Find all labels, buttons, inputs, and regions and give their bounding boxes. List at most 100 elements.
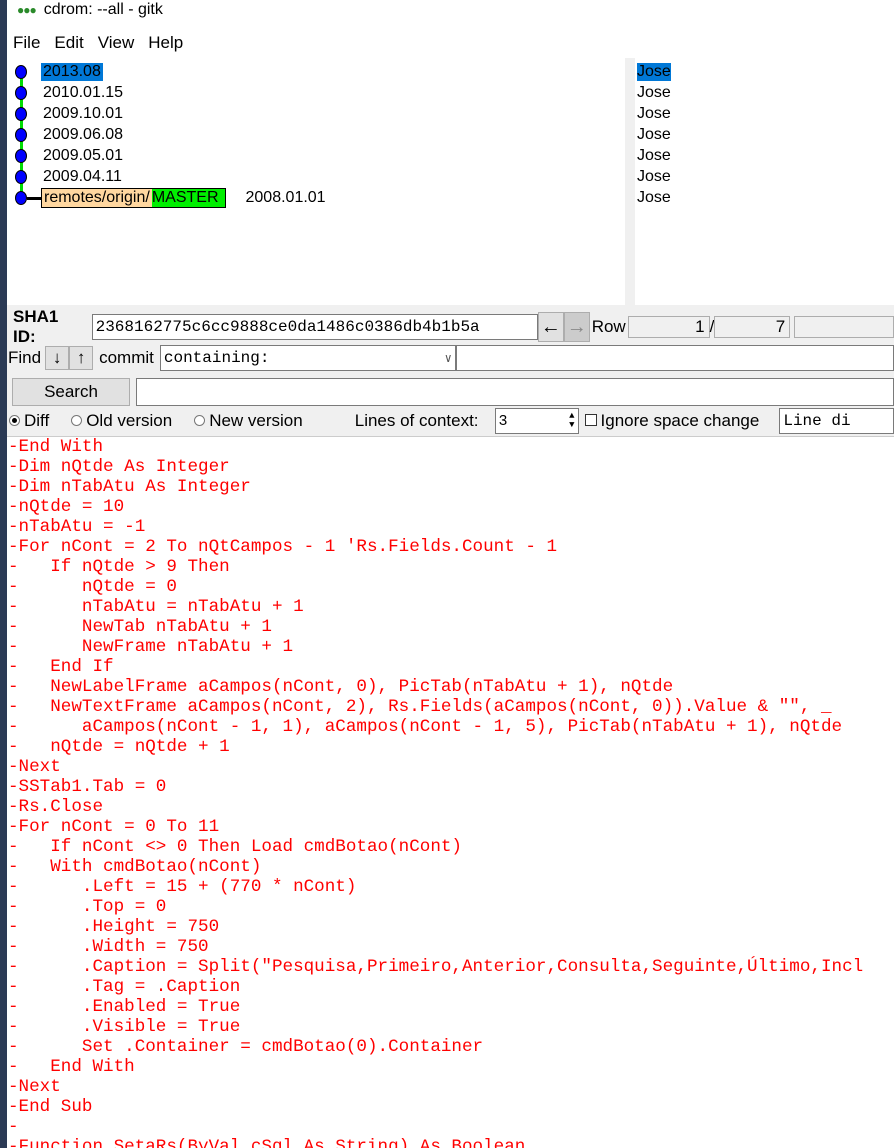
commit-subject: 2008.01.01 [245, 188, 326, 206]
diff-line-removed: - .Width = 750 [8, 937, 209, 957]
commit-row[interactable]: 2009.05.01 [41, 145, 125, 166]
commit-row[interactable]: 2010.01.15 [41, 82, 125, 103]
diff-line-removed: - NewTextFrame aCampos(nCont, 2), Rs.Fie… [8, 697, 832, 717]
commit-node[interactable] [15, 191, 27, 205]
commit-subject: 2009.05.01 [43, 146, 124, 164]
diff-line-removed: - .Top = 0 [8, 897, 167, 917]
diff-line-removed: - With cmdBotao(nCont) [8, 857, 262, 877]
diff-line-removed: - NewTab nTabAtu + 1 [8, 617, 272, 637]
find-mode-select[interactable]: containing: ∨ [159, 345, 456, 371]
commit-row[interactable]: 2009.10.01 [41, 103, 125, 124]
commit-author[interactable]: Jose [637, 105, 671, 123]
diff-line-removed: -End With [8, 437, 104, 457]
diff-line-removed: - .Visible = True [8, 1017, 241, 1037]
commit-author[interactable]: Jose [637, 168, 671, 186]
tooltip-overlay [675, 68, 894, 304]
diff-line-removed: - .Height = 750 [8, 917, 220, 937]
commit-node[interactable] [15, 65, 27, 79]
menu-edit[interactable]: Edit [54, 33, 83, 53]
diff-line-removed: -Next [8, 757, 61, 777]
gitk-window: ●●● cdrom: --all - gitk File Edit View He… [7, 0, 894, 1148]
menu-help[interactable]: Help [148, 33, 183, 53]
commit-row[interactable]: 2013.08 [41, 61, 103, 82]
sha-label: SHA1 ID: [13, 307, 59, 346]
search-bar: Search [7, 377, 894, 407]
diff-line-removed: - .Tag = .Caption [8, 977, 241, 997]
diff-line-removed: -Rs.Close [8, 797, 104, 817]
find-down-button[interactable]: ↓ [45, 346, 70, 370]
diff-line-removed: -SSTab1.Tab = 0 [8, 777, 167, 797]
find-mode-value: containing: [163, 349, 270, 367]
commit-row[interactable]: remotes/origin/MASTER 2008.01.01 [27, 187, 326, 208]
menu-view[interactable]: View [98, 33, 135, 53]
forward-arrow-button[interactable]: → [563, 312, 590, 342]
sha-bar: SHA1 ID: ← → Row 1 / 7 [7, 307, 894, 346]
ignore-space-checkbox[interactable]: Ignore space change [584, 411, 759, 431]
commit-author[interactable]: Jose [637, 189, 671, 207]
radio-diff[interactable]: Diff [9, 411, 49, 431]
commit-subject: 2013.08 [41, 62, 103, 81]
diff-line-removed: -Function SetaRs(ByVal cSql As String) A… [8, 1137, 526, 1148]
search-input[interactable] [136, 378, 894, 406]
diff-line-removed: -For nCont = 2 To nQtCampos - 1 'Rs.Fiel… [8, 537, 558, 557]
commit-node[interactable] [15, 128, 27, 142]
context-spinbox[interactable]: 3 ▲ ▼ [494, 408, 579, 434]
diff-view[interactable]: -End With -Dim nQtde As Integer -Dim nTabA… [7, 436, 894, 1148]
commit-author[interactable]: Jose [637, 126, 671, 144]
commit-subject: 2009.04.11 [43, 167, 122, 185]
commit-row[interactable]: 2009.04.11 [41, 166, 124, 187]
line-diff-select[interactable]: Line di [779, 408, 894, 434]
commit-author[interactable]: Jose [637, 62, 671, 81]
diff-line-removed: -Next [8, 1077, 61, 1097]
row-number: 1 [627, 316, 710, 338]
row-total: 7 [714, 316, 791, 338]
radio-new-version[interactable]: New version [194, 411, 303, 431]
radio-old-version[interactable]: Old version [71, 411, 172, 431]
find-up-button[interactable]: ↑ [69, 346, 94, 370]
diff-line-removed: - If nCont <> 0 Then Load cmdBotao(nCont… [8, 837, 462, 857]
diff-line-removed: - End With [8, 1057, 135, 1077]
commit-node[interactable] [15, 170, 27, 184]
commit-node[interactable] [15, 149, 27, 163]
diff-line-removed: - .Caption = Split("Pesquisa,Primeiro,An… [8, 957, 864, 977]
commit-author[interactable]: Jose [637, 84, 671, 102]
find-label: Find [8, 348, 42, 367]
commit-subject: 2010.01.15 [43, 83, 124, 101]
find-input[interactable] [455, 345, 894, 371]
commit-node[interactable] [15, 107, 27, 121]
gitk-app-icon: ●●● [17, 3, 37, 17]
diff-line-removed: -Dim nQtde As Integer [8, 457, 230, 477]
commit-label: commit [99, 348, 154, 367]
diff-line-removed: - nQtde = nQtde + 1 [8, 737, 230, 757]
ref-remote-label[interactable]: remotes/origin/ [41, 187, 152, 208]
commit-row[interactable]: 2009.06.08 [41, 124, 125, 145]
diff-line-removed: -End Sub [8, 1097, 93, 1117]
diff-line-removed: - .Enabled = True [8, 997, 241, 1017]
commit-subject: 2009.06.08 [43, 125, 124, 143]
commit-node[interactable] [15, 86, 27, 100]
chevron-down-icon: ∨ [444, 351, 452, 366]
back-arrow-button[interactable]: ← [537, 312, 564, 342]
diff-line-removed: -Dim nTabAtu As Integer [8, 477, 251, 497]
menu-file[interactable]: File [13, 33, 40, 53]
sha-input[interactable] [91, 314, 538, 340]
diff-line-removed: - .Left = 15 + (770 * nCont) [8, 877, 357, 897]
find-bar: Find ↓ ↑ commit containing: ∨ [7, 345, 894, 371]
diff-options-bar: Diff Old version New version Lines of co… [7, 408, 894, 434]
diff-line-removed: - End If [8, 657, 114, 677]
row-label: Row [591, 317, 626, 336]
context-label: Lines of context: [354, 411, 479, 430]
diff-line-removed: - Set .Container = cmdBotao(0).Container [8, 1037, 484, 1057]
diff-line-removed: -nQtde = 10 [8, 497, 125, 517]
diff-line-removed: - NewLabelFrame aCampos(nCont, 0), PicTa… [8, 677, 674, 697]
ref-branch-label[interactable]: MASTER [151, 187, 226, 208]
commit-author[interactable]: Jose [637, 147, 671, 165]
window-title: cdrom: --all - gitk [43, 1, 163, 18]
commit-subject: 2009.10.01 [43, 104, 124, 122]
commit-graph-pane[interactable]: 2013.08 2010.01.15 2009.10.01 2009.06.08 200… [7, 58, 625, 305]
search-button[interactable]: Search [12, 378, 130, 406]
diff-line-removed: - nQtde = 0 [8, 577, 177, 597]
diff-line-removed: - If nQtde > 9 Then [8, 557, 230, 577]
author-pane[interactable]: Jose Jose Jose Jose Jose Jose Jose [635, 58, 894, 305]
diff-line-removed: - [8, 1117, 19, 1137]
